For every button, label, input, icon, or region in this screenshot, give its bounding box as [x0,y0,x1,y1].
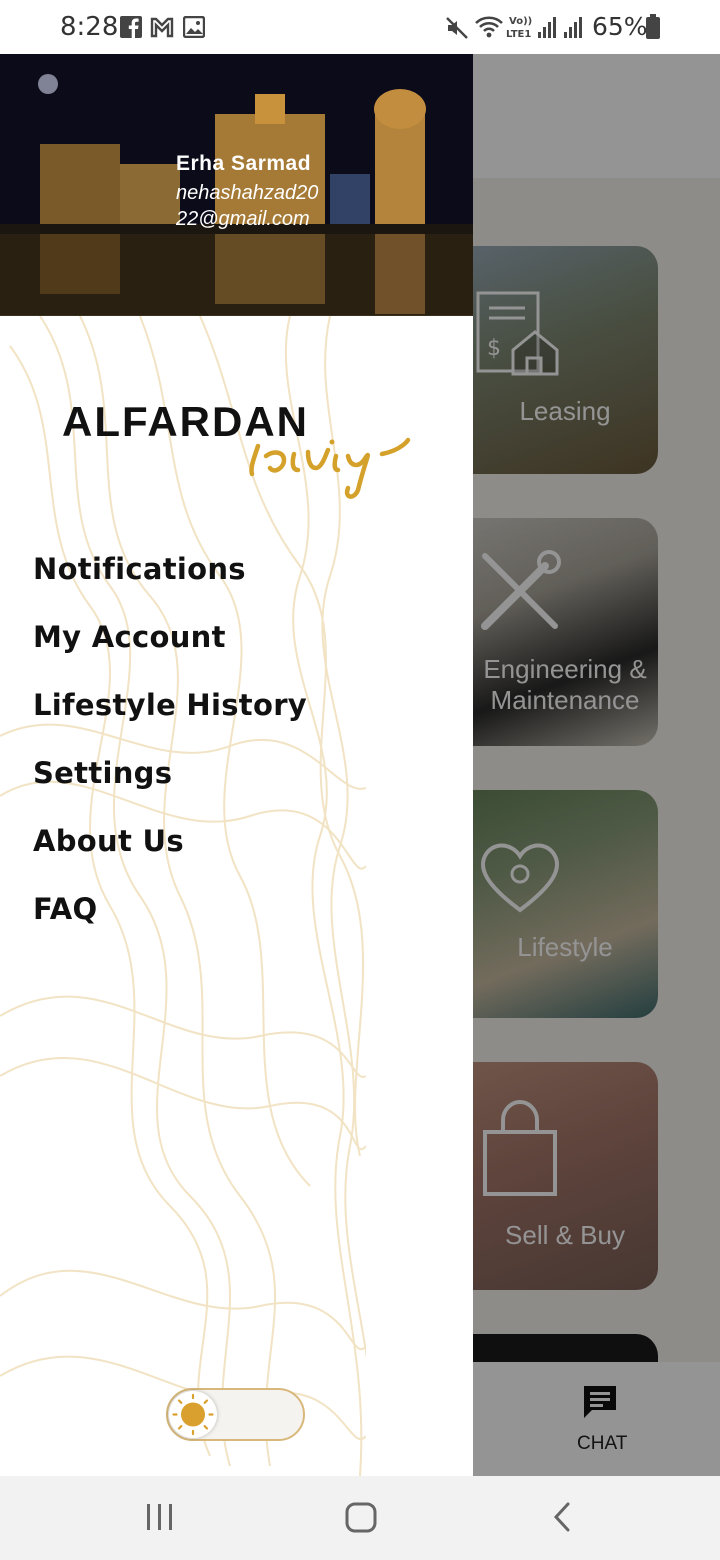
home-icon[interactable] [344,1498,378,1538]
toggle-knob [169,1391,217,1438]
battery-percent: 65% [592,12,648,41]
svg-text:Vo)): Vo)) [509,16,532,27]
menu-item-settings[interactable]: Settings [33,756,172,790]
volte-icon: Vo)) LTE1 [506,16,532,40]
wifi-icon [475,16,503,38]
navigation-drawer: Erha Sarmad nehashahzad2022@gmail.com AL… [0,54,473,1476]
gmail-icon [150,17,174,38]
drawer-header: Erha Sarmad nehashahzad2022@gmail.com [0,54,473,316]
status-bar: 8:28 Vo)) LTE1 65% [0,0,720,54]
signal-icon [538,17,556,38]
menu-item-about-us[interactable]: About Us [33,824,184,858]
recents-icon[interactable] [144,1498,176,1538]
menu-item-faq[interactable]: FAQ [33,892,97,926]
menu-item-lifestyle-history[interactable]: Lifestyle History [33,688,307,722]
theme-toggle[interactable] [166,1388,305,1441]
menu-item-my-account[interactable]: My Account [33,620,226,654]
signal-icon [564,17,582,38]
gallery-icon [183,16,205,38]
menu-item-notifications[interactable]: Notifications [33,552,246,586]
back-icon[interactable] [550,1498,574,1538]
status-time: 8:28 [60,12,119,42]
svg-text:LTE1: LTE1 [506,29,531,40]
mute-icon [446,17,468,39]
battery-icon [646,14,660,39]
alfardan-living-logo: ALFARDAN [62,398,411,499]
svg-text:ALFARDAN: ALFARDAN [62,398,309,445]
sun-icon [172,1393,214,1436]
user-name: Erha Sarmad [176,152,312,175]
system-nav-bar [0,1476,720,1560]
user-email: nehashahzad2022@gmail.com [176,182,319,230]
facebook-icon [120,16,142,38]
